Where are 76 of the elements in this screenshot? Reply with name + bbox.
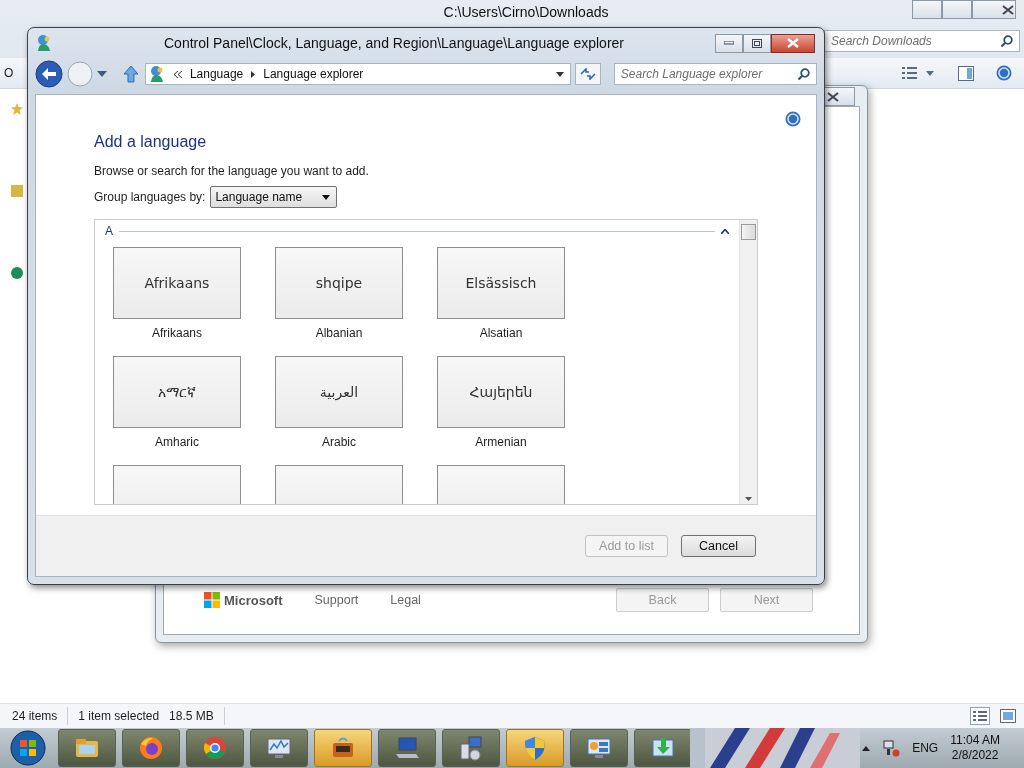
refresh-button[interactable]	[574, 63, 601, 85]
network-icon[interactable]	[882, 739, 901, 757]
help-icon[interactable]	[996, 65, 1012, 81]
window-title: Control Panel\Clock, Language, and Region\Language\Language explorer	[163, 35, 625, 51]
search-icon[interactable]	[797, 67, 810, 81]
language-name: Albanian	[315, 326, 363, 342]
close-button[interactable]	[972, 0, 1016, 19]
language-tile[interactable]: العربية	[275, 356, 403, 428]
language-tile[interactable]: Afrikaans	[113, 247, 241, 319]
language-tile[interactable]: Հայերեն	[437, 356, 565, 428]
brand-name: Microsoft	[224, 592, 283, 608]
dropdown-arrow-icon	[322, 194, 331, 200]
selection-info: 1 item selected	[78, 709, 160, 723]
selection-size: 18.5 MB	[169, 709, 214, 723]
up-arrow-icon[interactable]	[122, 65, 139, 83]
language-tile[interactable]: አማርኛ	[113, 356, 241, 428]
language-tile[interactable]: Elsässisch	[437, 247, 565, 319]
group-by-dropdown[interactable]: Language name	[210, 186, 338, 208]
details-view-icon[interactable]	[970, 707, 990, 725]
minimize-button[interactable]	[912, 0, 942, 19]
taskbar-app-button[interactable]	[634, 729, 692, 767]
maximize-button[interactable]	[743, 33, 771, 53]
close-icon	[1002, 4, 1014, 15]
search-field[interactable]: Search Downloads	[824, 30, 1020, 52]
instructions-text: Browse or search for the language you want to add.	[94, 164, 370, 178]
back-button[interactable]	[35, 60, 63, 88]
large-icons-view-icon[interactable]	[1000, 709, 1016, 723]
view-options-icon[interactable]	[902, 66, 936, 80]
breadcrumb-item[interactable]: Language	[189, 67, 244, 81]
taskbar-app-button[interactable]	[314, 729, 372, 767]
preview-pane-icon[interactable]	[958, 65, 974, 81]
taskbar-app-button[interactable]	[186, 729, 244, 767]
separator-arrow-icon	[251, 70, 256, 78]
breadcrumb-item[interactable]: Language explorer	[263, 67, 364, 81]
close-icon	[827, 91, 839, 102]
dropdown-arrow-icon[interactable]	[555, 71, 564, 77]
footer-link[interactable]: Support	[314, 593, 359, 607]
footer-link[interactable]: Legal	[390, 593, 421, 607]
search-icon[interactable]	[1000, 34, 1013, 48]
logo-icon	[204, 592, 220, 608]
restore-icon	[752, 38, 762, 48]
close-icon	[787, 38, 799, 48]
language-name: Armenian	[475, 435, 527, 451]
page-heading: Add a language	[94, 133, 208, 151]
refresh-icon	[579, 68, 596, 80]
search-field[interactable]: Search Language explorer	[613, 63, 817, 85]
clock[interactable]: 11:04 AM 2/8/2022	[950, 733, 1000, 763]
language-name: Amharic	[155, 435, 199, 451]
group-letter: A	[105, 224, 113, 238]
show-hidden-icons-icon[interactable]	[862, 745, 871, 751]
help-icon[interactable]	[785, 111, 801, 127]
chevron-icon	[173, 70, 182, 78]
window-title: C:\Users\Cirno\Downloads	[442, 4, 609, 20]
item-count: 24 items	[12, 709, 58, 723]
collapse-caret-icon[interactable]	[721, 228, 729, 234]
minimize-icon	[724, 41, 734, 45]
taskbar-app-button[interactable]	[442, 729, 500, 767]
language-tile[interactable]: shqipe	[275, 247, 403, 319]
language-indicator[interactable]: ENG	[912, 741, 939, 755]
language-name: Afrikaans	[152, 326, 202, 342]
scroll-down-arrow-icon[interactable]	[745, 497, 752, 501]
close-button[interactable]	[771, 33, 815, 53]
scrollbar[interactable]	[739, 220, 757, 504]
dialog-button[interactable]: Cancel	[681, 535, 756, 557]
group-by-label: Group languages by:	[94, 190, 206, 204]
language-name: Alsatian	[479, 326, 523, 342]
wheel-icon	[201, 734, 229, 762]
taskbar-app-button[interactable]	[570, 729, 628, 767]
address-bar[interactable]: Language Language explorer	[144, 63, 571, 85]
scroll-thumb[interactable]	[741, 224, 756, 240]
taskbar-app-button[interactable]	[58, 729, 116, 767]
taskbar-app-button[interactable]	[250, 729, 308, 767]
control-panel-icon	[35, 34, 53, 52]
taskbar-app-button[interactable]	[378, 729, 436, 767]
language-name: Arabic	[322, 435, 356, 451]
star-icon	[11, 103, 23, 115]
